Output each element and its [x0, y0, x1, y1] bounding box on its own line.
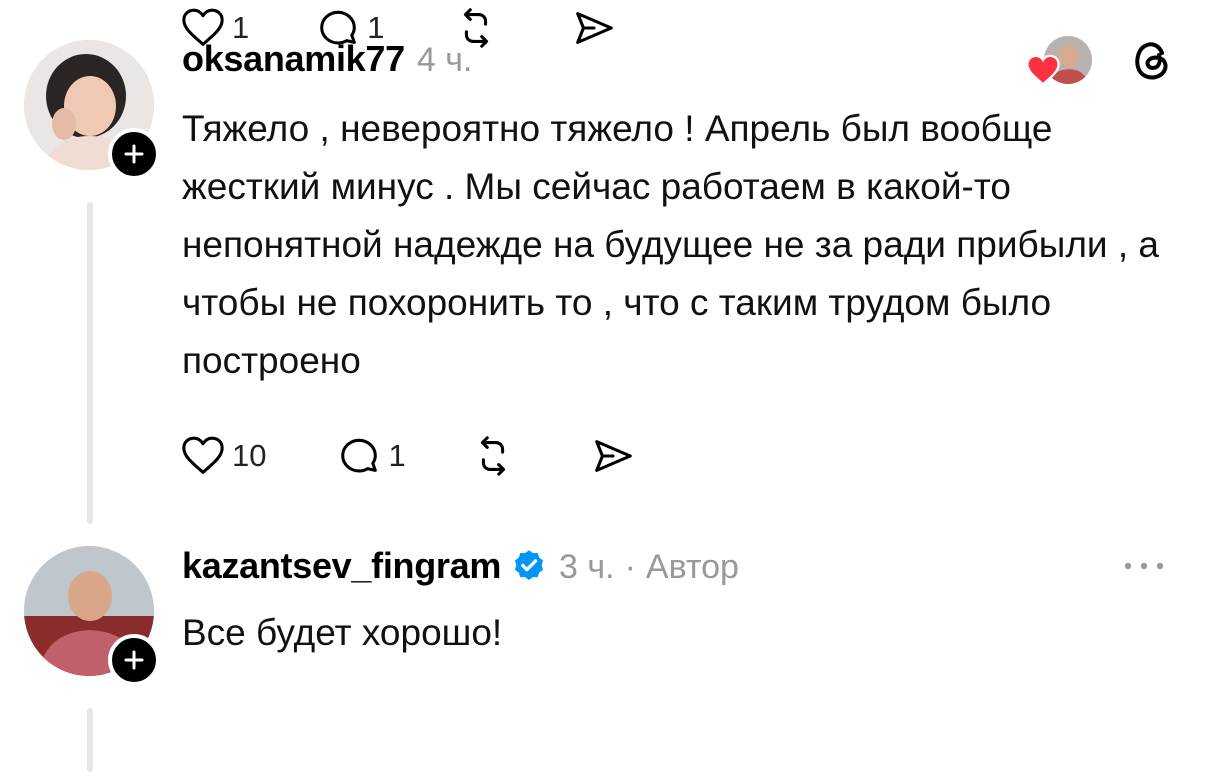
follow-button[interactable]: [108, 128, 160, 180]
comment-text: Все будет хорошо!: [182, 612, 503, 653]
separator-dot: ·: [624, 548, 636, 586]
action-bar: 10 1: [180, 428, 636, 484]
repost-icon: [480, 436, 505, 476]
share-icon: [575, 12, 613, 44]
plus-icon: [124, 650, 144, 670]
threads-logo-icon[interactable]: [1128, 36, 1176, 84]
thread-line: [87, 202, 93, 524]
repost-icon: [463, 8, 488, 48]
username[interactable]: kazantsev_fingram: [182, 545, 501, 587]
author-label: Автор: [645, 548, 739, 586]
heart-icon: [182, 8, 224, 46]
more-options-icon[interactable]: [1120, 554, 1168, 578]
share-button[interactable]: [590, 433, 636, 479]
repost-button[interactable]: [470, 433, 516, 479]
comment-text: Тяжело , невероятно тяжело ! Апрель был …: [182, 108, 1159, 381]
follow-button[interactable]: [108, 634, 160, 686]
reply-count: 1: [367, 10, 385, 45]
reply-button[interactable]: 1: [315, 5, 385, 51]
plus-icon: [124, 144, 144, 164]
post-top-right: [1026, 32, 1176, 88]
author-liked-indicator: [1026, 32, 1098, 88]
reply-button[interactable]: 1: [336, 433, 406, 479]
like-button[interactable]: 10: [180, 433, 266, 479]
share-button[interactable]: [571, 5, 617, 51]
repost-button[interactable]: [453, 5, 499, 51]
comment-post-oksanamik77: oksanamik77 4 ч. Тяжело , невероятно тяж…: [0, 0, 1206, 530]
verified-icon: [514, 550, 544, 580]
comment-post-kazantsev-fingram: kazantsev_fingram 3 ч. · Автор Все будет…: [0, 530, 1206, 782]
thread-line: [87, 708, 93, 772]
like-count: 10: [232, 438, 267, 473]
like-count: 1: [232, 10, 250, 45]
action-bar: 1 1: [180, 0, 617, 56]
heart-icon: [182, 436, 224, 474]
comment-icon: [341, 438, 378, 473]
verified-badge: [511, 548, 547, 584]
heart-filled-icon: [1026, 54, 1060, 86]
like-button[interactable]: 1: [180, 5, 249, 51]
timestamp: 3 ч.: [559, 548, 615, 586]
comment-icon: [320, 10, 357, 45]
share-icon: [594, 440, 632, 472]
post-header: kazantsev_fingram 3 ч. · Автор: [182, 542, 739, 587]
reply-count: 1: [388, 438, 406, 473]
